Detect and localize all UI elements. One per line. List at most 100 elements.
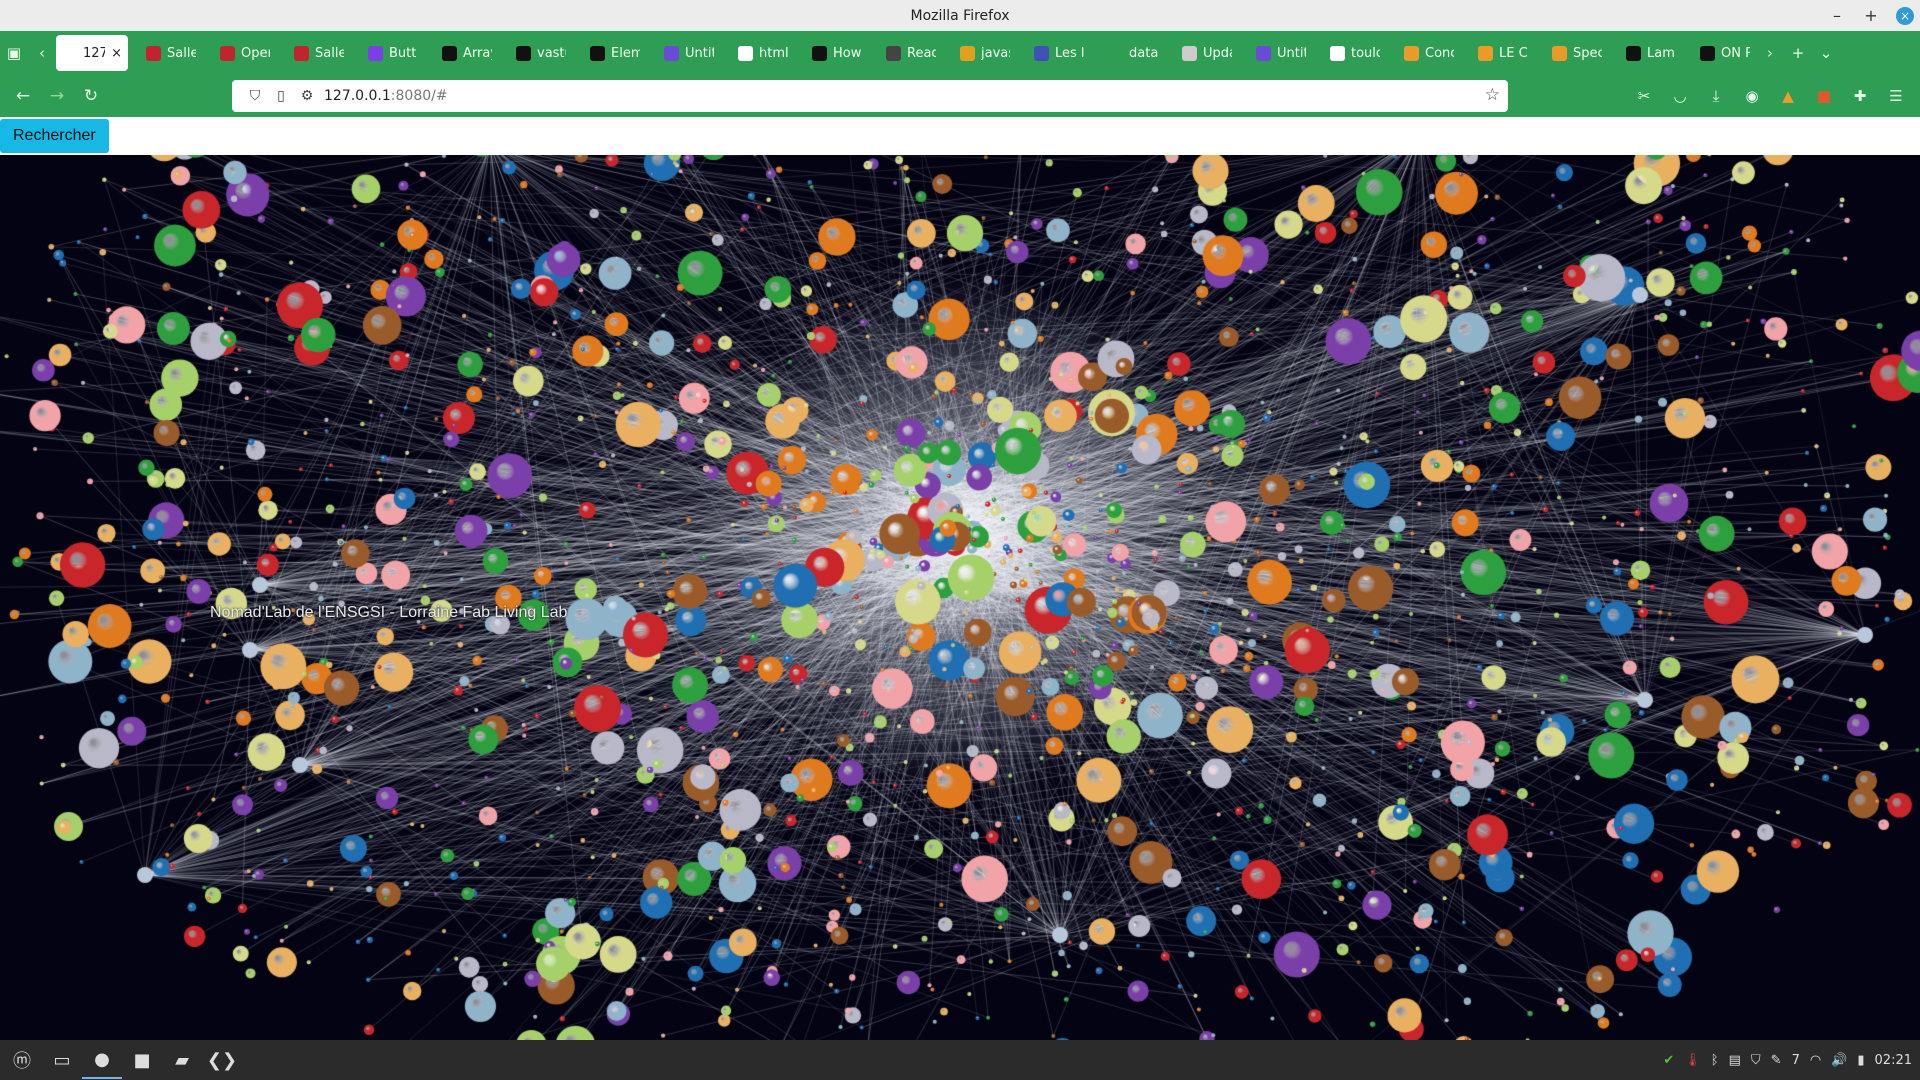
account-icon[interactable]: ◉ — [1736, 79, 1768, 113]
back-icon[interactable]: ← — [6, 79, 40, 113]
update-ok-icon[interactable]: ✔ — [1663, 1053, 1674, 1068]
m-icon — [590, 45, 605, 61]
tab-17[interactable]: toulo — [1324, 35, 1386, 71]
tab-label: Untit — [1277, 45, 1306, 61]
volume-icon[interactable]: 🔊 — [1831, 1053, 1847, 1068]
tab-8[interactable]: Untit — [658, 35, 720, 71]
tab-label: Upda — [1203, 45, 1232, 61]
tab-label: html — [759, 45, 788, 61]
close-window-button[interactable]: × — [1896, 6, 1914, 25]
tab-3[interactable]: Salle — [288, 35, 350, 71]
tab-strip: 127.0.0.1 × Salle Oper Salle Butt Array vastu El… — [56, 35, 1756, 71]
tab-14[interactable]: data.gou — [1102, 35, 1164, 71]
tab-label: Conc — [1425, 45, 1454, 61]
battery-icon[interactable]: ▮ — [1857, 1053, 1864, 1068]
flag-icon — [146, 45, 161, 61]
tab-label: Untit — [685, 45, 714, 61]
lambda-icon — [1626, 45, 1641, 61]
window-title: Mozilla Firefox — [910, 7, 1010, 24]
tab-label: Spec — [1573, 45, 1602, 61]
shield-tray-icon[interactable]: ⛉ — [1751, 1053, 1761, 1068]
tab-10[interactable]: How — [806, 35, 868, 71]
url-path: :8080/# — [390, 88, 448, 104]
github-icon — [516, 45, 531, 61]
shield-icon[interactable]: ⛉ — [242, 88, 268, 104]
downloads-icon[interactable]: ⤓ — [1700, 79, 1732, 113]
tab-label: Elem — [611, 45, 640, 61]
tab-4[interactable]: Butt — [362, 35, 424, 71]
scroll-tabs-left-icon[interactable]: ‹ — [28, 39, 56, 67]
tab-2[interactable]: Oper — [214, 35, 276, 71]
close-tab-icon[interactable]: × — [111, 46, 122, 61]
tab-1[interactable]: Salle — [140, 35, 202, 71]
page-info-icon[interactable]: ▯ — [268, 88, 294, 104]
flag-icon — [220, 45, 235, 61]
grid-icon — [664, 45, 679, 61]
terminal-icon[interactable]: ▭ — [42, 1041, 82, 1079]
tab-bar: ▣ ‹ 127.0.0.1 × Salle Oper Salle Butt Array vas… — [0, 31, 1920, 75]
tab-0[interactable]: 127.0.0.1 × — [56, 35, 128, 71]
taskbar-apps: ⓜ ▭ ● ■ ▰ ❮❯ — [2, 1041, 242, 1079]
forward-icon[interactable]: → — [40, 79, 74, 113]
tab-21[interactable]: Lamb — [1620, 35, 1682, 71]
tab-label: How — [833, 45, 862, 61]
grid-icon — [1256, 45, 1271, 61]
dg-icon — [886, 45, 901, 61]
permissions-icon[interactable]: ⚙ — [294, 88, 320, 104]
address-bar[interactable]: ⛉ ▯ ⚙ 127.0.0.1:8080/# ☆ — [232, 80, 1508, 112]
tab-12[interactable]: javas — [954, 35, 1016, 71]
tab-20[interactable]: Spec — [1546, 35, 1608, 71]
metamask-extension-icon[interactable]: ▲ — [1772, 79, 1804, 113]
maximize-button[interactable]: + — [1854, 6, 1888, 25]
bluetooth-icon[interactable]: ᛒ — [1711, 1053, 1719, 1068]
tab-label: javas — [981, 45, 1010, 61]
tab-16[interactable]: Untit — [1250, 35, 1312, 71]
new-tab-icon[interactable]: + — [1784, 39, 1812, 67]
clock[interactable]: 02:21 — [1875, 1053, 1912, 1068]
tab-7[interactable]: Elem — [584, 35, 646, 71]
extensions-puzzle-icon[interactable]: ✚ — [1844, 79, 1876, 113]
tab-13[interactable]: Les li — [1028, 35, 1090, 71]
scroll-tabs-right-icon[interactable]: › — [1756, 39, 1784, 67]
tab-manager-icon[interactable]: ▣ — [0, 39, 28, 67]
graph-viewport[interactable]: Nomad'Lab de l'ENSGSI - Lorraine Fab Liv… — [0, 155, 1920, 1040]
tab-label: LE CF — [1499, 45, 1528, 61]
vscode-icon[interactable]: ❮❯ — [202, 1041, 242, 1079]
firefox-icon[interactable]: ● — [82, 1041, 122, 1079]
tab-15[interactable]: Upda — [1176, 35, 1238, 71]
list-all-tabs-icon[interactable]: ⌄ — [1812, 39, 1840, 67]
screenshot-icon[interactable]: ✂ — [1628, 79, 1660, 113]
minimize-button[interactable]: – — [1820, 6, 1854, 25]
circle-icon — [1478, 45, 1493, 61]
bookmark-star-icon[interactable]: ☆ — [1485, 85, 1500, 105]
menu-icon[interactable]: ☰ — [1880, 79, 1912, 113]
google-icon — [738, 45, 753, 61]
clipboard-icon[interactable]: ▤ — [1729, 1053, 1741, 1068]
reload-icon[interactable]: ↻ — [74, 79, 108, 113]
doc-icon — [1182, 45, 1197, 61]
tab-label: Salle — [315, 45, 344, 61]
mint-menu-icon[interactable]: ⓜ — [2, 1041, 42, 1079]
app-red-icon[interactable]: ■ — [122, 1041, 162, 1079]
notifications-icon[interactable]: ✎ — [1771, 1053, 1782, 1068]
tab-19[interactable]: LE CF — [1472, 35, 1534, 71]
tab-22[interactable]: ON R — [1694, 35, 1756, 71]
url-text[interactable]: 127.0.0.1:8080/# — [324, 88, 448, 104]
empty-favicon — [1108, 46, 1123, 61]
tab-11[interactable]: Read — [880, 35, 942, 71]
tab-6[interactable]: vastu — [510, 35, 572, 71]
rechercher-button[interactable]: Rechercher — [0, 119, 109, 153]
files-icon[interactable]: ▰ — [162, 1041, 202, 1079]
pocket-icon[interactable]: ◡ — [1664, 79, 1696, 113]
page-header: Rechercher — [0, 117, 1920, 155]
tab-9[interactable]: html — [732, 35, 794, 71]
tab-label: Salle — [167, 45, 196, 61]
tab-18[interactable]: Conc — [1398, 35, 1460, 71]
tab-5[interactable]: Array — [436, 35, 498, 71]
os-taskbar: ⓜ ▭ ● ■ ▰ ❮❯ ✔ 🌡 ᛒ ▤ ⛉ ✎ 7 ◠ 🔊 ▮ 02:21 — [0, 1040, 1920, 1080]
wifi-icon[interactable]: ◠ — [1810, 1053, 1821, 1068]
extension-red-icon[interactable]: ■ — [1808, 79, 1840, 113]
network-graph-canvas[interactable] — [0, 155, 1920, 1040]
tab-label: Read — [907, 45, 936, 61]
thermometer-icon[interactable]: 🌡 — [1684, 1053, 1701, 1068]
